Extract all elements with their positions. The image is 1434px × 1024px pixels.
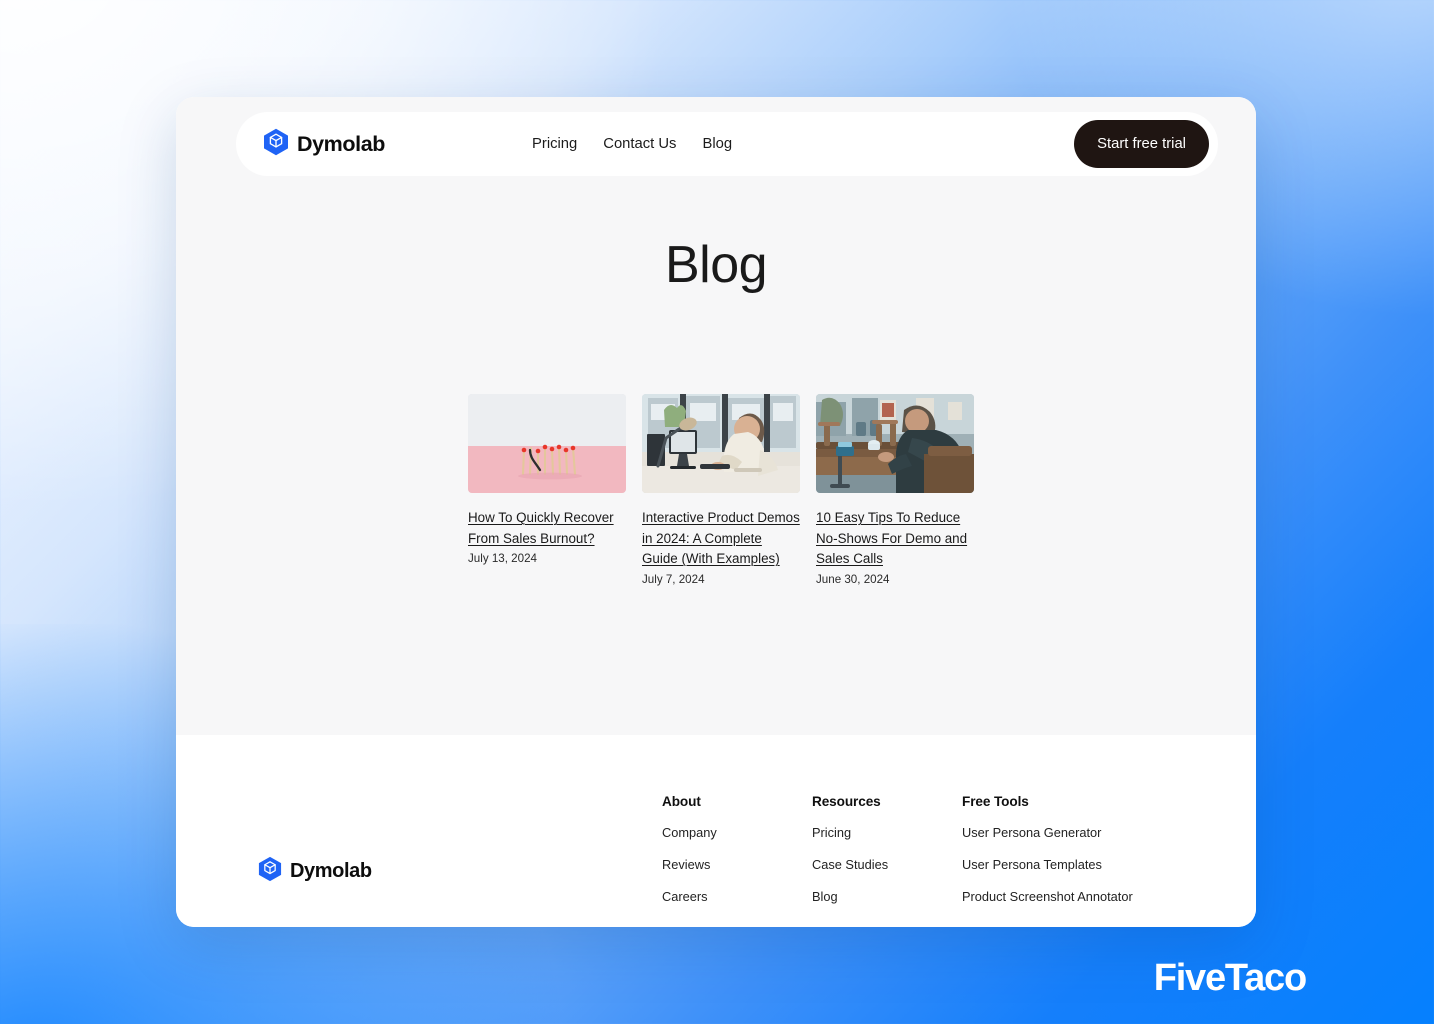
footer-column-heading: Free Tools xyxy=(962,794,1029,809)
start-free-trial-button[interactable]: Start free trial xyxy=(1074,120,1209,168)
footer-brand-name: Dymolab xyxy=(290,860,372,882)
blog-post-date: July 7, 2024 xyxy=(642,572,705,586)
blog-post-thumbnail xyxy=(642,394,800,493)
hexagon-cube-icon xyxy=(258,856,282,887)
blog-post-date: July 13, 2024 xyxy=(468,552,537,565)
hexagon-cube-icon xyxy=(263,128,289,161)
footer-link-company[interactable]: Company xyxy=(662,825,812,840)
footer-link-user-persona-templates[interactable]: User Persona Templates xyxy=(962,857,1192,872)
blog-post-card[interactable]: 10 Easy Tips To Reduce No-Shows For Demo… xyxy=(816,394,974,588)
brand-name: Dymolab xyxy=(297,131,385,156)
footer-link-user-persona-generator[interactable]: User Persona Generator xyxy=(962,825,1192,840)
primary-navigation: Pricing Contact Us Blog xyxy=(532,136,732,152)
page-content-area: Dymolab Pricing Contact Us Blog Start fr… xyxy=(176,97,1256,735)
footer-link-case-studies[interactable]: Case Studies xyxy=(812,857,962,872)
footer-column-resources: Resources Pricing Case Studies Blog xyxy=(812,794,962,927)
footer-link-product-screenshot-annotator[interactable]: Product Screenshot Annotator xyxy=(962,889,1192,904)
footer-column-about: About Company Reviews Careers xyxy=(662,794,812,927)
footer-link-reviews[interactable]: Reviews xyxy=(662,857,812,872)
blog-post-card[interactable]: How To Quickly Recover From Sales Burnou… xyxy=(468,394,626,567)
footer-link-columns: About Company Reviews Careers Resources … xyxy=(662,794,1196,927)
footer: Dymolab About Company Reviews Careers Re… xyxy=(176,735,1256,927)
blog-post-date: June 30, 2024 xyxy=(816,572,890,586)
navbar: Dymolab Pricing Contact Us Blog Start fr… xyxy=(236,112,1218,176)
brand-logo-link[interactable]: Dymolab xyxy=(263,128,385,161)
fivetaco-watermark: FiveTaco xyxy=(1153,957,1308,999)
footer-column-free-tools: Free Tools User Persona Generator User P… xyxy=(962,794,1192,927)
blog-post-title: Interactive Product Demos in 2024: A Com… xyxy=(642,510,800,566)
blog-post-title: How To Quickly Recover From Sales Burnou… xyxy=(468,510,614,546)
footer-column-heading: About xyxy=(662,794,701,809)
footer-inner: Dymolab About Company Reviews Careers Re… xyxy=(176,794,1256,927)
blog-post-thumbnail xyxy=(468,394,626,493)
footer-link-blog[interactable]: Blog xyxy=(812,889,962,904)
nav-link-blog[interactable]: Blog xyxy=(702,136,732,152)
nav-link-contact-us[interactable]: Contact Us xyxy=(603,136,676,152)
nav-link-pricing[interactable]: Pricing xyxy=(532,136,577,152)
page: Dymolab Pricing Contact Us Blog Start fr… xyxy=(176,97,1256,927)
browser-window: Dymolab Pricing Contact Us Blog Start fr… xyxy=(176,97,1256,927)
footer-column-heading: Resources xyxy=(812,794,881,809)
footer-link-careers[interactable]: Careers xyxy=(662,889,812,904)
footer-link-pricing[interactable]: Pricing xyxy=(812,825,962,840)
blog-post-thumbnail xyxy=(816,394,974,493)
blog-post-title: 10 Easy Tips To Reduce No-Shows For Demo… xyxy=(816,510,968,566)
footer-brand-logo-link[interactable]: Dymolab xyxy=(258,816,372,927)
blog-post-grid: How To Quickly Recover From Sales Burnou… xyxy=(468,394,974,588)
blog-post-card[interactable]: Interactive Product Demos in 2024: A Com… xyxy=(642,394,800,588)
